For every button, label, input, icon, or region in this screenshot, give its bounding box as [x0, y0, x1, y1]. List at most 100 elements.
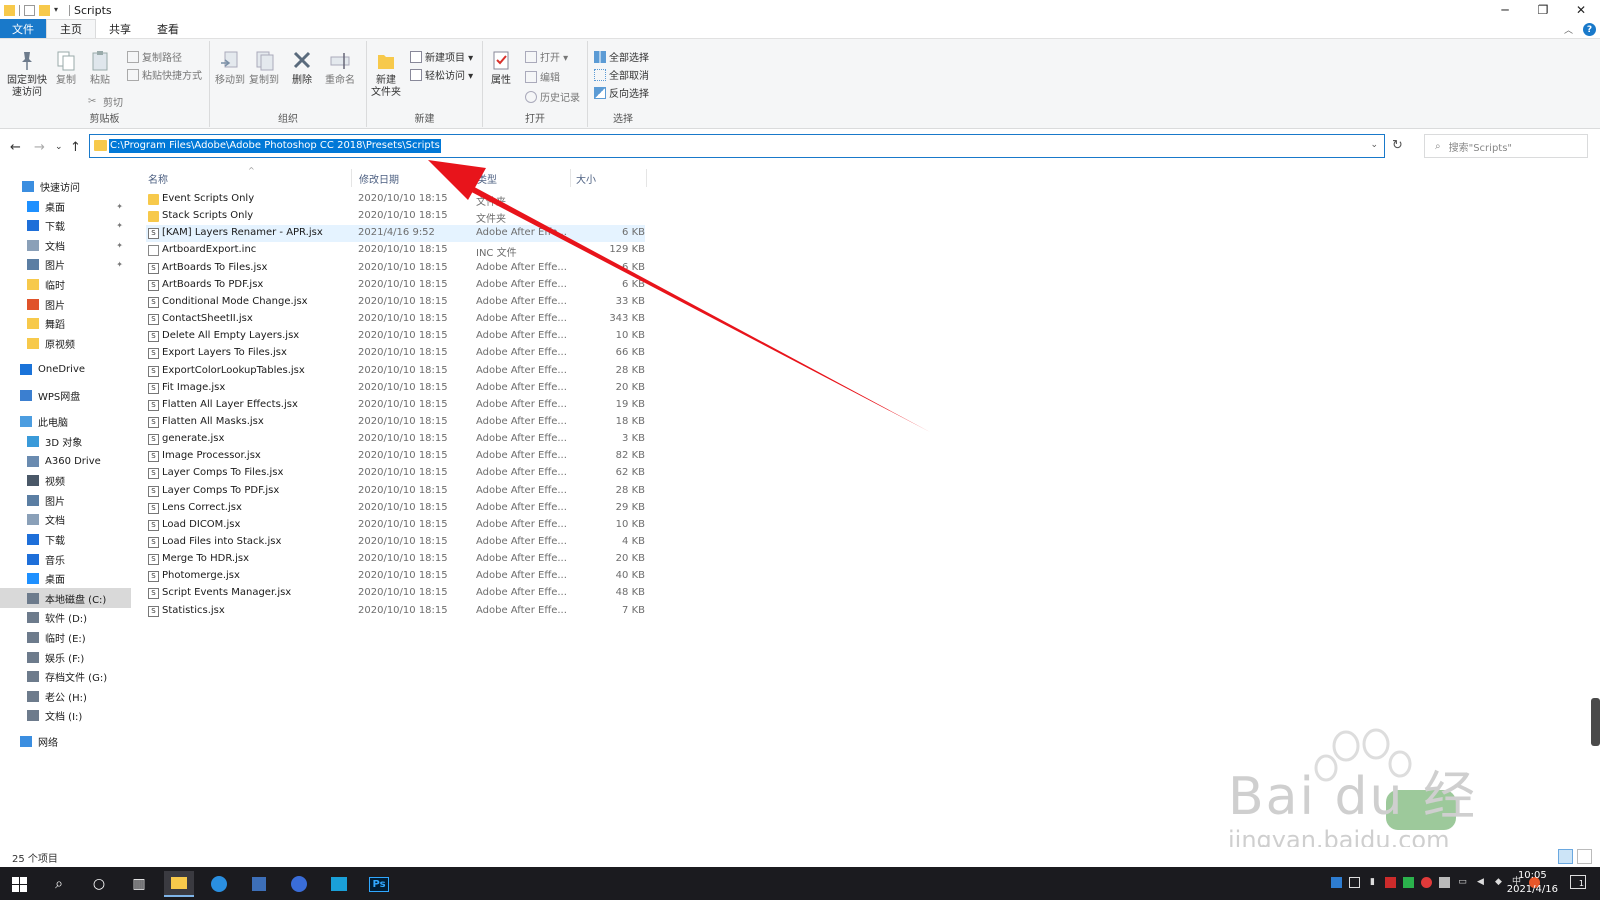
- properties-button[interactable]: 属性: [487, 49, 515, 87]
- help-icon[interactable]: ?: [1583, 23, 1596, 36]
- sidebar-item[interactable]: 图片 ✦: [0, 255, 131, 275]
- copy-to-button[interactable]: 复制到: [248, 49, 280, 87]
- file-row[interactable]: S Merge To HDR.jsx 2020/10/10 18:15 Adobe A…: [146, 551, 645, 568]
- scroll-handle[interactable]: [1591, 698, 1600, 746]
- sidebar-item[interactable]: A360 Drive: [0, 451, 131, 471]
- photoshop-icon[interactable]: Ps: [364, 871, 394, 897]
- task-view-icon[interactable]: ▥: [124, 871, 154, 897]
- tray-app-icon[interactable]: [1403, 877, 1414, 888]
- new-item-button[interactable]: 新建项目 ▾: [410, 49, 473, 64]
- file-row[interactable]: S ContactSheetII.jsx 2020/10/10 18:15 Adobe…: [146, 311, 645, 328]
- back-icon[interactable]: ←: [10, 140, 21, 155]
- file-row[interactable]: S [KAM] Layers Renamer - APR.jsx 2021/4/16…: [146, 225, 645, 243]
- file-row[interactable]: S ArtBoards To Files.jsx 2020/10/10 18:15 A…: [146, 260, 645, 277]
- column-divider[interactable]: [472, 169, 473, 187]
- sidebar-item[interactable]: 临时 (E:): [0, 627, 131, 647]
- sidebar-item[interactable]: 文档: [0, 510, 131, 530]
- file-row[interactable]: S Photomerge.jsx 2020/10/10 18:15 Adobe Aft…: [146, 568, 645, 585]
- up-icon[interactable]: ↑: [70, 140, 81, 155]
- tab-share[interactable]: 共享: [96, 19, 144, 38]
- rename-button[interactable]: 重命名: [322, 49, 358, 87]
- new-folder-button[interactable]: 新建 文件夹: [369, 49, 403, 99]
- chevron-down-icon[interactable]: ⌄: [1370, 140, 1378, 150]
- file-row[interactable]: S Export Layers To Files.jsx 2020/10/10 18…: [146, 345, 645, 362]
- file-row[interactable]: S ExportColorLookupTables.jsx 2020/10/10 1…: [146, 363, 645, 380]
- file-row[interactable]: S Statistics.jsx 2020/10/10 18:15 Adobe Aft…: [146, 603, 645, 620]
- file-row[interactable]: S Load DICOM.jsx 2020/10/10 18:15 Adobe Aft…: [146, 517, 645, 534]
- sidebar-item[interactable]: 视频: [0, 471, 131, 491]
- microphone-icon[interactable]: ▮: [1367, 877, 1378, 888]
- sidebar-item[interactable]: 此电脑: [0, 412, 131, 432]
- app-icon[interactable]: [244, 871, 274, 897]
- column-header-date[interactable]: 修改日期: [359, 167, 469, 189]
- refresh-icon[interactable]: ↻: [1392, 138, 1403, 153]
- file-row[interactable]: Event Scripts Only 2020/10/10 18:15 文件夹: [146, 191, 645, 208]
- sidebar-item[interactable]: 桌面: [0, 569, 131, 589]
- address-path[interactable]: C:\Program Files\Adobe\Adobe Photoshop C…: [109, 139, 441, 153]
- properties-qa-icon[interactable]: [24, 4, 35, 16]
- search-icon[interactable]: ⌕: [44, 871, 74, 897]
- tab-view[interactable]: 查看: [144, 19, 192, 38]
- invert-selection-button[interactable]: 反向选择: [594, 85, 649, 100]
- sidebar-item[interactable]: 下载 ✦: [0, 216, 131, 236]
- select-all-button[interactable]: 全部选择: [594, 49, 649, 64]
- file-row[interactable]: S Delete All Empty Layers.jsx 2020/10/10 1…: [146, 328, 645, 345]
- pinned-icon[interactable]: ✦: [116, 260, 123, 269]
- tray-app-icon[interactable]: [1421, 877, 1432, 888]
- pinned-icon[interactable]: ✦: [116, 202, 123, 211]
- paste-button[interactable]: 粘贴: [86, 49, 114, 87]
- sidebar-item[interactable]: 桌面 ✦: [0, 196, 131, 216]
- address-bar[interactable]: C:\Program Files\Adobe\Adobe Photoshop C…: [89, 134, 1385, 158]
- sidebar-item[interactable]: 存档文件 (G:): [0, 667, 131, 687]
- sidebar-item[interactable]: 文档 (I:): [0, 706, 131, 726]
- easy-access-button[interactable]: 轻松访问 ▾: [410, 67, 473, 82]
- volume-icon[interactable]: ◀: [1475, 877, 1486, 888]
- pin-quick-access-button[interactable]: 固定到快 速访问: [6, 49, 48, 99]
- paste-shortcut-button[interactable]: 粘贴快捷方式: [127, 67, 202, 82]
- sidebar-item[interactable]: 快速访问: [0, 176, 131, 196]
- edit-button[interactable]: 编辑: [525, 69, 560, 84]
- defender-icon[interactable]: [1331, 877, 1342, 888]
- select-none-button[interactable]: 全部取消: [594, 67, 649, 82]
- sidebar-item[interactable]: 3D 对象: [0, 431, 131, 451]
- column-header-type[interactable]: 类型: [477, 167, 567, 189]
- close-icon[interactable]: ✕: [1562, 0, 1600, 20]
- notification-center-icon[interactable]: 1: [1570, 875, 1586, 889]
- network-icon[interactable]: ▭: [1457, 877, 1468, 888]
- file-row[interactable]: S Load Files into Stack.jsx 2020/10/10 18:…: [146, 534, 645, 551]
- file-row[interactable]: S Lens Correct.jsx 2020/10/10 18:15 Adobe A…: [146, 500, 645, 517]
- file-row[interactable]: Sgenerate.jsx 2020/10/10 18:15 Adobe After…: [146, 431, 645, 448]
- file-row[interactable]: S Script Events Manager.jsx 2020/10/10 18:…: [146, 585, 645, 602]
- sidebar-item[interactable]: 音乐: [0, 549, 131, 569]
- pinned-icon[interactable]: ✦: [116, 241, 123, 250]
- file-row[interactable]: ArtboardExport.inc 2020/10/10 18:15 INC 文件…: [146, 242, 645, 259]
- collapse-ribbon-icon[interactable]: ︿: [1564, 23, 1573, 36]
- sidebar-item[interactable]: 娱乐 (F:): [0, 647, 131, 667]
- sidebar-item[interactable]: WPS网盘: [0, 386, 131, 406]
- windows-start-icon[interactable]: [4, 871, 34, 897]
- file-row[interactable]: S ArtBoards To PDF.jsx 2020/10/10 18:15 Ado…: [146, 277, 645, 294]
- sidebar-item[interactable]: 舞蹈: [0, 314, 131, 334]
- search-input[interactable]: ⌕ 搜索"Scripts": [1424, 134, 1588, 158]
- sidebar-item[interactable]: 软件 (D:): [0, 608, 131, 628]
- column-divider[interactable]: [351, 169, 352, 187]
- sidebar-item[interactable]: 下载: [0, 529, 131, 549]
- pinned-icon[interactable]: ✦: [116, 221, 123, 230]
- history-button[interactable]: 历史记录: [525, 89, 580, 104]
- file-row[interactable]: S Fit Image.jsx 2020/10/10 18:15 Adobe Afte…: [146, 380, 645, 397]
- file-row[interactable]: S Image Processor.jsx 2020/10/10 18:15 Adob…: [146, 448, 645, 465]
- tray-app-icon[interactable]: [1439, 877, 1450, 888]
- edge-icon[interactable]: [204, 871, 234, 897]
- clock[interactable]: 10:05 2021/4/16: [1507, 869, 1558, 897]
- file-row[interactable]: S Layer Comps To Files.jsx 2020/10/10 18:1…: [146, 465, 645, 482]
- tab-home[interactable]: 主页: [46, 19, 96, 38]
- sidebar-item[interactable]: 图片: [0, 294, 131, 314]
- maximize-icon[interactable]: ❐: [1524, 0, 1562, 20]
- qa-dropdown-icon[interactable]: ▾: [54, 5, 65, 16]
- sidebar-item[interactable]: 文档 ✦: [0, 235, 131, 255]
- large-icons-view-icon[interactable]: [1577, 849, 1592, 864]
- sidebar-item[interactable]: 图片: [0, 490, 131, 510]
- cortana-icon[interactable]: ○: [84, 871, 114, 897]
- minimize-icon[interactable]: ─: [1486, 0, 1524, 20]
- app-icon[interactable]: [324, 871, 354, 897]
